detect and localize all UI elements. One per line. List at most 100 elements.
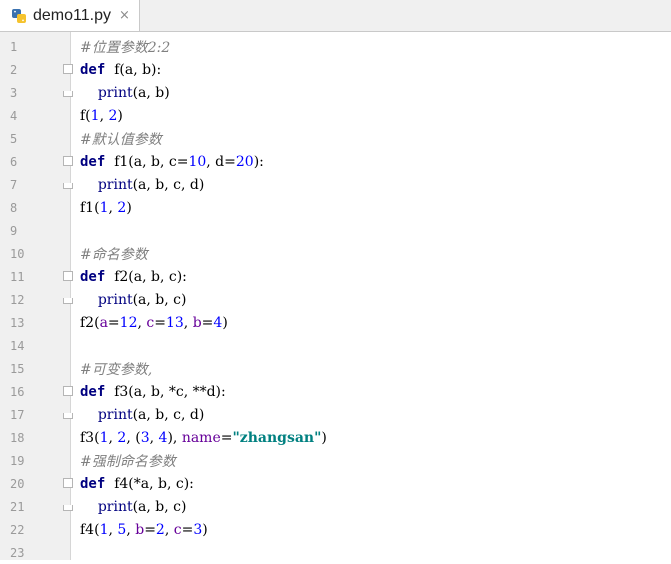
line-number: 3 (10, 85, 18, 100)
code-line[interactable]: 8 f1(1, 2) (0, 196, 671, 219)
code-line[interactable]: 18 f3(1, 2, (3, 4), name="zhangsan") (0, 426, 671, 449)
code-token: a (99, 314, 108, 331)
code-text: def f4(*a, b, c): (80, 476, 194, 492)
code-token: def (80, 61, 106, 78)
code-token: def (80, 153, 106, 170)
code-token: 4 (213, 314, 223, 331)
code-token: , (183, 314, 193, 331)
close-tab-icon[interactable]: × (119, 9, 130, 22)
code-line[interactable]: 5 #默认值参数 (0, 127, 671, 150)
code-token: b (135, 521, 145, 538)
code-text: #命名参数 (80, 244, 148, 264)
code-line[interactable]: 13 f2(a=12, c=13, b=4) (0, 311, 671, 334)
fold-toggle-icon[interactable] (63, 156, 73, 166)
code-token: 12 (119, 314, 138, 331)
code-token: #命名参数 (80, 246, 148, 263)
code-token: , (126, 521, 136, 538)
code-token: ): (253, 153, 264, 170)
code-token: = (144, 521, 156, 538)
code-line[interactable]: 7 print(a, b, c, d) (0, 173, 671, 196)
code-token: 1 (90, 107, 100, 124)
code-line[interactable]: 12 print(a, b, c) (0, 288, 671, 311)
code-text: print(a, b, c) (80, 498, 187, 515)
code-token: "zhangsan" (232, 429, 322, 446)
line-number: 1 (10, 39, 18, 54)
code-token: print (97, 498, 133, 515)
code-token: ) (222, 314, 228, 331)
line-number: 16 (10, 384, 25, 399)
tab-title: demo11.py (33, 6, 111, 24)
code-token: , (164, 521, 174, 538)
code-line[interactable]: 16 def f3(a, b, *c, **d): (0, 380, 671, 403)
tab-demo11[interactable]: demo11.py × (0, 0, 140, 31)
code-token: name (181, 429, 221, 446)
code-text: f1(1, 2) (80, 200, 132, 216)
code-token: 2 (155, 521, 165, 538)
code-text: f(1, 2) (80, 108, 123, 124)
code-token: 20 (235, 153, 254, 170)
code-token: ) (321, 429, 327, 446)
code-token: 2:2 (147, 39, 171, 56)
python-file-icon (11, 8, 27, 24)
code-editor[interactable]: 1 #位置参数2:2 2 def f(a, b): 3 print(a, b) 4 f(1,… (0, 32, 671, 560)
code-text: #默认值参数 (80, 129, 162, 149)
code-line[interactable]: 11 def f2(a, b, c): (0, 265, 671, 288)
code-text: print(a, b, c, d) (80, 177, 205, 193)
code-token: (a, b) (132, 84, 170, 101)
code-line[interactable]: 2 def f(a, b): (0, 58, 671, 81)
code-token: print (97, 84, 133, 101)
code-line[interactable]: 9 (0, 219, 671, 242)
code-line[interactable]: 4 f(1, 2) (0, 104, 671, 127)
code-token: f3( (80, 429, 100, 446)
line-number: 7 (10, 177, 18, 192)
code-text: def f2(a, b, c): (80, 269, 187, 285)
code-line[interactable]: 10 #命名参数 (0, 242, 671, 265)
code-token: ) (202, 521, 208, 538)
fold-toggle-icon[interactable] (63, 386, 73, 396)
code-text: print(a, b) (80, 85, 170, 101)
code-token: def (80, 475, 106, 492)
code-token: f2(a, b, c): (105, 268, 187, 285)
code-token: #强制命名参数 (80, 453, 176, 470)
code-token: , ( (126, 429, 141, 446)
fold-toggle-icon[interactable] (63, 478, 73, 488)
code-line[interactable]: 21 print(a, b, c) (0, 495, 671, 518)
code-line[interactable]: 17 print(a, b, c, d) (0, 403, 671, 426)
code-text: print(a, b, c, d) (80, 407, 205, 423)
code-line[interactable]: 23 (0, 541, 671, 564)
code-token: f1(a, b, c= (105, 153, 189, 170)
code-token: , d= (206, 153, 236, 170)
code-line[interactable]: 1 #位置参数2:2 (0, 35, 671, 58)
line-number: 2 (10, 62, 18, 77)
code-text: f3(1, 2, (3, 4), name="zhangsan") (80, 430, 327, 446)
code-token: f3(a, b, *c, **d): (105, 383, 226, 400)
line-number: 17 (10, 407, 25, 422)
code-line[interactable]: 14 (0, 334, 671, 357)
code-text: f4(1, 5, b=2, c=3) (80, 522, 208, 538)
fold-toggle-icon[interactable] (63, 64, 73, 74)
code-token: def (80, 383, 106, 400)
code-token: 2 (117, 429, 127, 446)
code-token: = (201, 314, 214, 331)
code-token: = (220, 429, 233, 446)
code-line[interactable]: 20 def f4(*a, b, c): (0, 472, 671, 495)
code-line[interactable]: 19 #强制命名参数 (0, 449, 671, 472)
code-text: #位置参数2:2 (80, 37, 170, 57)
code-token: 3 (140, 429, 150, 446)
fold-toggle-icon[interactable] (63, 271, 73, 281)
code-token: f( (80, 107, 91, 124)
line-number: 5 (10, 131, 18, 146)
code-text: f2(a=12, c=13, b=4) (80, 315, 228, 331)
code-line[interactable]: 3 print(a, b) (0, 81, 671, 104)
code-token: = (154, 314, 166, 331)
code-text: print(a, b, c) (80, 292, 187, 308)
code-line[interactable]: 6 def f1(a, b, c=10, d=20): (0, 150, 671, 173)
code-line[interactable]: 22 f4(1, 5, b=2, c=3) (0, 518, 671, 541)
line-number: 18 (10, 430, 25, 445)
code-line[interactable]: 15 #可变参数, (0, 357, 671, 380)
line-number: 23 (10, 545, 25, 560)
code-token: (a, b, c) (132, 498, 187, 515)
